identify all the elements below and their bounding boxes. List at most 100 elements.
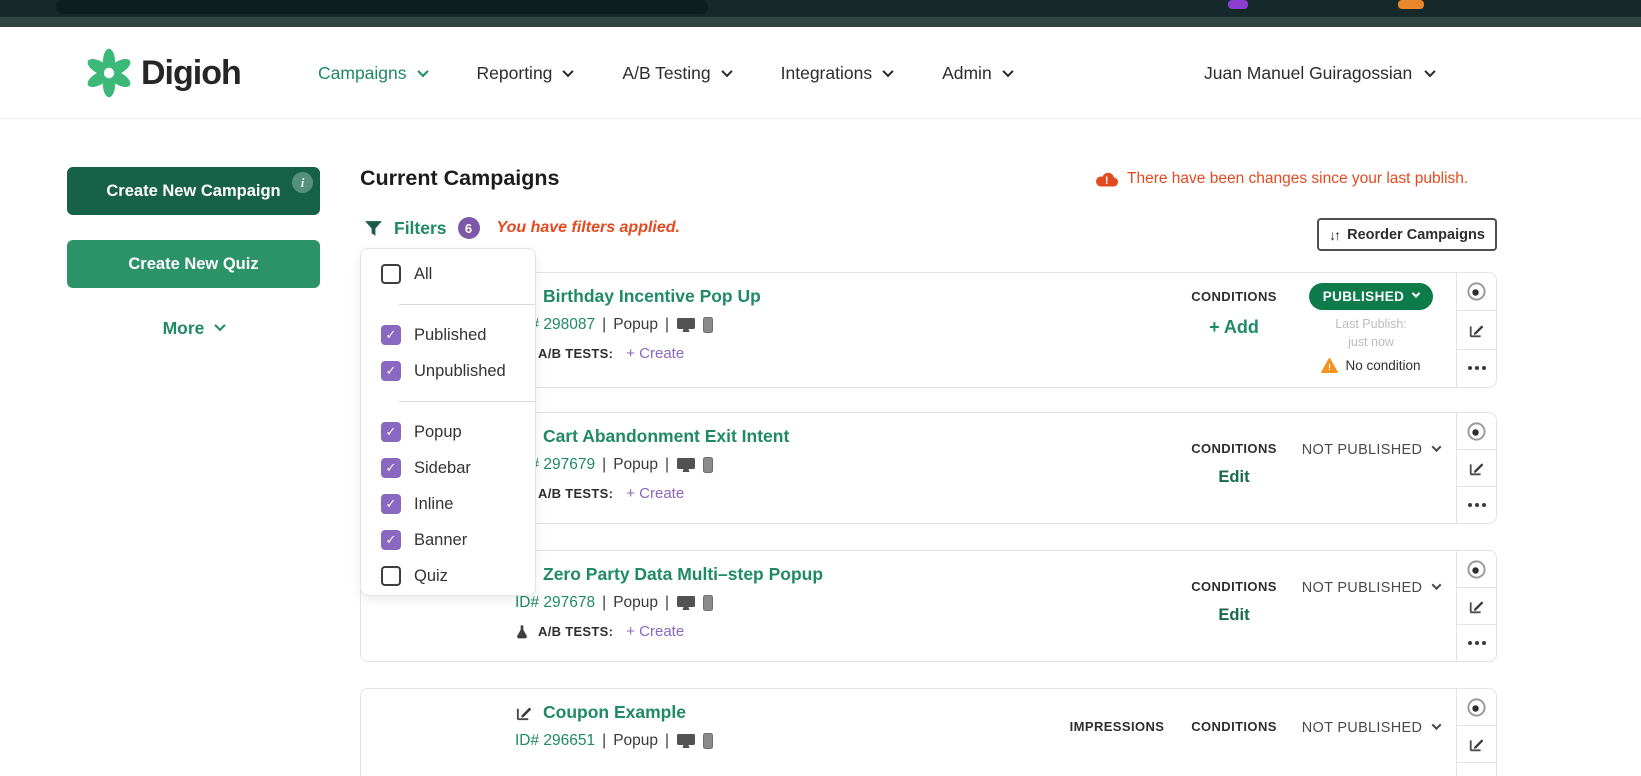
edit-button[interactable]	[1457, 311, 1496, 350]
digioh-logo[interactable]: Digioh	[83, 47, 242, 99]
create-new-quiz-button[interactable]: Create New Quiz	[67, 240, 320, 288]
status-dropdown[interactable]: NOT PUBLISHED	[1302, 441, 1442, 458]
nav-campaigns[interactable]: Campaigns	[318, 63, 429, 84]
edit-conditions-link[interactable]: Edit	[1174, 606, 1294, 625]
status-dropdown[interactable]: NOT PUBLISHED	[1301, 579, 1442, 596]
campaign-name-link[interactable]: Birthday Incentive Pop Up	[543, 286, 761, 307]
filter-option-all[interactable]: All	[361, 256, 535, 292]
edit-conditions-link[interactable]: Edit	[1174, 468, 1294, 487]
nav-ab-testing-label: A/B Testing	[622, 62, 711, 83]
filters-toggle[interactable]: Filters	[394, 218, 447, 239]
funnel-icon[interactable]	[364, 220, 383, 237]
chevron-down-icon	[720, 65, 733, 78]
checkbox-checked[interactable]: ✓	[381, 422, 401, 442]
info-icon[interactable]: i	[292, 172, 313, 193]
ab-create-link[interactable]: + Create	[626, 485, 684, 502]
publish-alert-text: There have been changes since your last …	[1127, 170, 1469, 187]
create-new-campaign-button[interactable]: Create New Campaign i	[67, 167, 320, 215]
card-actions	[1456, 273, 1496, 387]
more-options-button[interactable]	[1457, 350, 1496, 387]
campaign-meta: ID# 297678 | Popup |	[515, 594, 823, 612]
filters-count-badge: 6	[457, 217, 480, 239]
separator: |	[602, 456, 607, 473]
nav-admin[interactable]: Admin	[942, 63, 1014, 84]
conditions-column: CONDITIONS Edit	[1174, 579, 1294, 625]
user-menu[interactable]: Juan Manuel Guiragossian	[1204, 27, 1436, 119]
nav-integrations[interactable]: Integrations	[781, 63, 894, 84]
status-dropdown[interactable]: NOT PUBLISHED	[1301, 719, 1442, 736]
no-condition-warning: ! No condition	[1291, 358, 1451, 374]
checkbox-checked[interactable]: ✓	[381, 325, 401, 345]
more-label: More	[162, 318, 205, 338]
more-toggle[interactable]: More	[67, 318, 320, 339]
reorder-arrows-icon: ↓↑	[1329, 226, 1341, 243]
nav-reporting[interactable]: Reporting	[476, 62, 575, 84]
preview-button[interactable]	[1457, 273, 1496, 312]
filter-option-label: Banner	[414, 530, 468, 549]
last-publish-value: just now	[1348, 335, 1394, 350]
campaign-name-link[interactable]: Cart Abandonment Exit Intent	[543, 426, 789, 447]
ab-tests-label: A/B TESTS:	[538, 486, 614, 501]
campaign-name-link[interactable]: Coupon Example	[543, 702, 686, 723]
filter-option-sidebar[interactable]: ✓ Sidebar	[361, 450, 535, 486]
status-column: NOT PUBLISHED	[1291, 719, 1451, 737]
menu-divider	[361, 389, 535, 414]
card-actions	[1456, 689, 1496, 776]
preview-button[interactable]	[1457, 551, 1496, 588]
filter-option-popup[interactable]: ✓ Popup	[361, 414, 535, 450]
filter-option-label: Popup	[414, 422, 462, 441]
ab-create-link[interactable]: + Create	[626, 345, 684, 362]
no-condition-text: No condition	[1345, 358, 1421, 374]
filter-option-quiz[interactable]: Quiz	[361, 558, 535, 594]
edit-pencil-icon	[1469, 463, 1483, 476]
ab-create-link[interactable]: + Create	[626, 623, 684, 640]
preview-button[interactable]	[1457, 689, 1496, 726]
checkbox-checked[interactable]: ✓	[381, 458, 401, 478]
campaign-id: ID# 296651	[515, 732, 596, 749]
edit-button[interactable]	[1457, 588, 1496, 625]
cloud-alert-icon: !	[1096, 172, 1118, 187]
checkbox-checked[interactable]: ✓	[381, 361, 401, 381]
filter-option-unpublished[interactable]: ✓ Unpublished	[361, 353, 535, 389]
conditions-label: CONDITIONS	[1191, 579, 1277, 594]
browser-toolbar-strip	[0, 17, 1641, 27]
browser-topbar	[0, 0, 1641, 17]
create-quiz-label: Create New Quiz	[128, 254, 259, 273]
checkbox-unchecked[interactable]	[381, 566, 401, 586]
status-label: PUBLISHED	[1322, 289, 1405, 304]
add-condition-link[interactable]: + Add	[1174, 317, 1294, 338]
chevron-down-icon	[1002, 65, 1014, 78]
edit-pencil-icon[interactable]	[515, 703, 534, 722]
status-label: NOT PUBLISHED	[1301, 720, 1423, 736]
chevron-down-icon	[214, 319, 227, 331]
status-badge[interactable]: PUBLISHED	[1308, 283, 1434, 310]
checkbox-unchecked[interactable]	[381, 264, 401, 284]
chevron-down-icon	[882, 65, 894, 78]
more-options-button[interactable]	[1457, 625, 1496, 661]
more-options-button[interactable]	[1457, 487, 1496, 523]
campaign-type: Popup	[613, 732, 659, 749]
digioh-logo-icon	[87, 48, 131, 98]
filter-option-inline[interactable]: ✓ Inline	[361, 486, 535, 522]
nav-reporting-label: Reporting	[476, 62, 553, 83]
browser-tab[interactable]	[56, 0, 708, 14]
conditions-label: CONDITIONS	[1191, 719, 1277, 734]
campaign-id: ID# 297678	[515, 594, 596, 611]
more-options-button[interactable]	[1457, 763, 1496, 776]
chevron-down-icon	[1412, 289, 1421, 298]
checkbox-checked[interactable]: ✓	[381, 530, 401, 550]
filter-option-banner[interactable]: ✓ Banner	[361, 522, 535, 558]
checkbox-checked[interactable]: ✓	[381, 494, 401, 514]
separator: |	[602, 316, 607, 333]
campaign-name-link[interactable]: Zero Party Data Multi–step Popup	[543, 564, 823, 585]
nav-ab-testing[interactable]: A/B Testing	[622, 62, 733, 84]
status-label: NOT PUBLISHED	[1301, 580, 1423, 596]
user-name: Juan Manuel Guiragossian	[1204, 62, 1413, 83]
filter-option-published[interactable]: ✓ Published	[361, 317, 535, 353]
edit-button[interactable]	[1457, 450, 1496, 487]
preview-button[interactable]	[1457, 413, 1496, 450]
edit-button[interactable]	[1457, 726, 1496, 763]
eye-icon	[1467, 697, 1486, 717]
impressions-label: IMPRESSIONS	[1069, 719, 1165, 734]
reorder-campaigns-button[interactable]: ↓↑ Reorder Campaigns	[1317, 218, 1497, 251]
